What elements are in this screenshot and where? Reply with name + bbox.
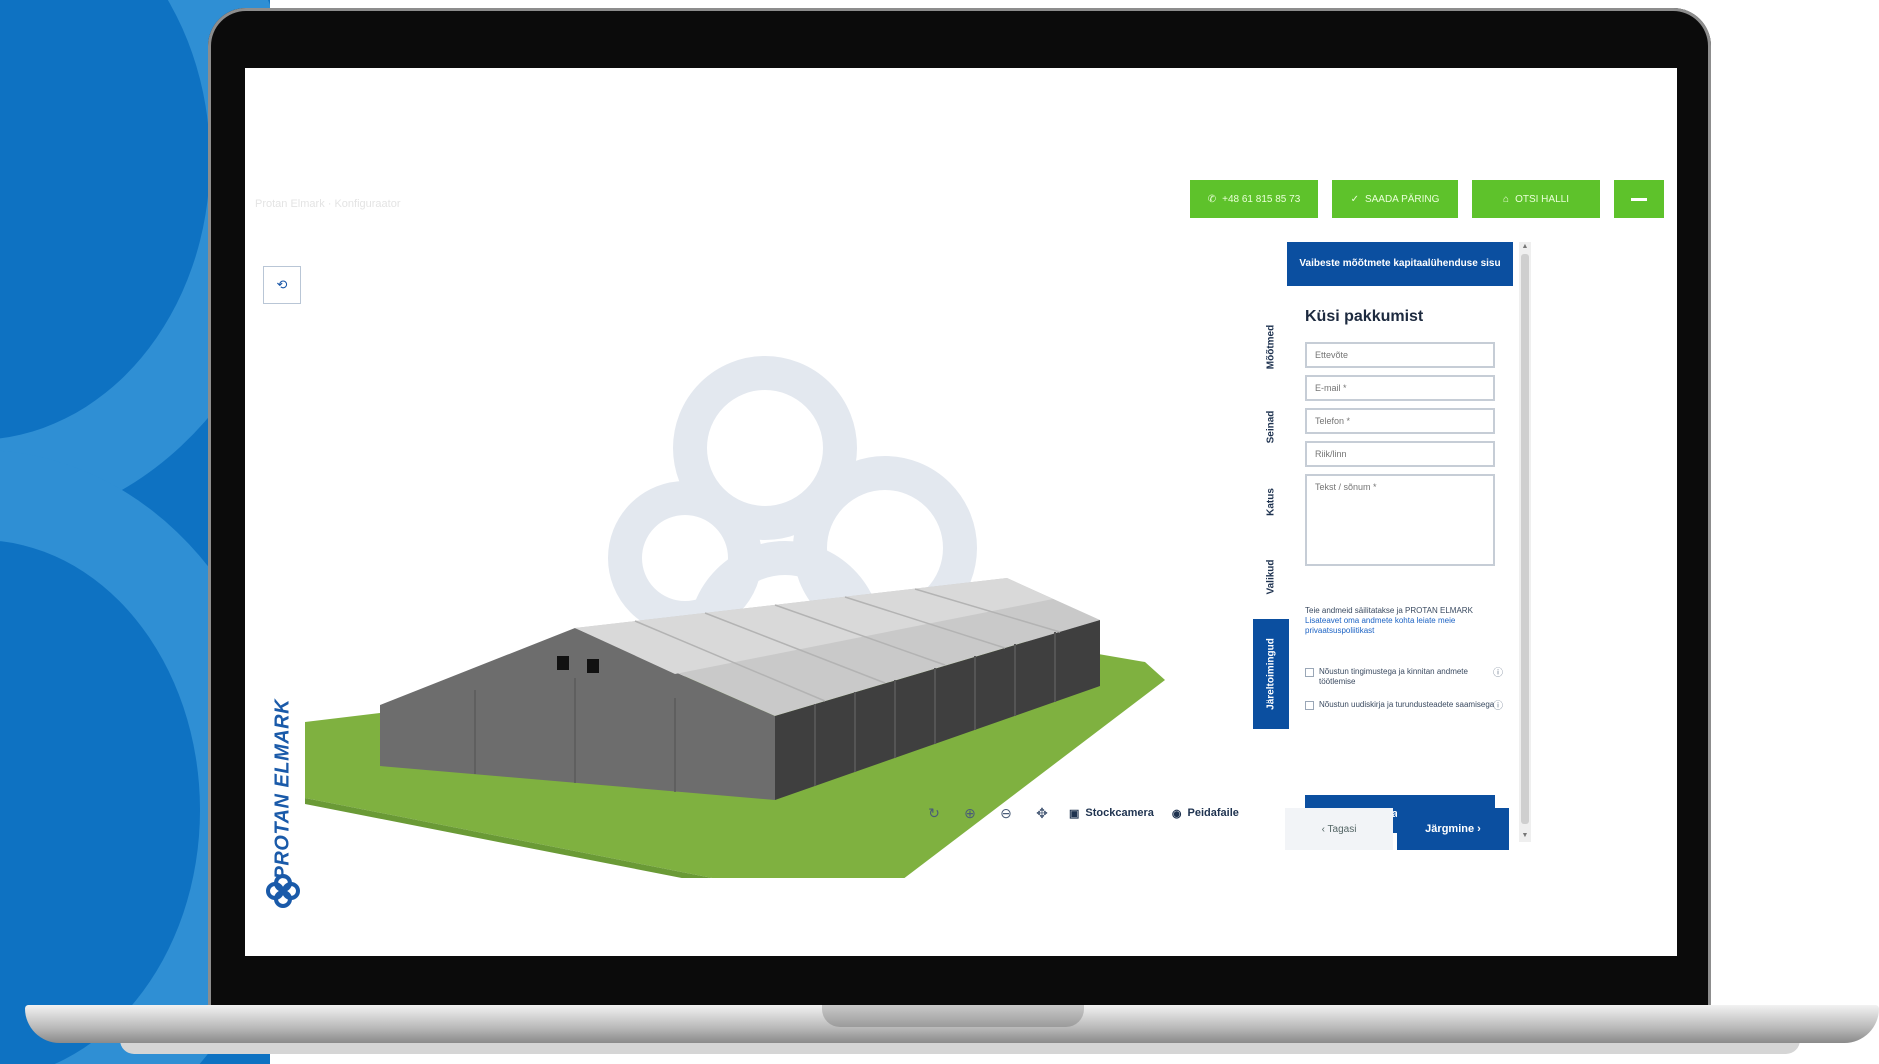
scroll-down-icon[interactable]: ▼ (1521, 832, 1529, 840)
newsletter-checkbox[interactable] (1305, 701, 1314, 710)
reset-view-button[interactable]: ⟲ (263, 266, 301, 304)
consent-row-newsletter: Nõustun uudiskirja ja turundusteadete sa… (1305, 700, 1503, 712)
eye-icon: ◉ (1171, 807, 1182, 820)
check-icon: ✓ (1350, 193, 1359, 205)
tab-dimensions[interactable]: Mõõtmed (1253, 307, 1289, 387)
protan-logo-icon (266, 874, 300, 908)
hamburger-menu-icon (1631, 197, 1647, 201)
tab-roof[interactable]: Katus (1253, 462, 1289, 542)
hall-3d-viewer[interactable] (305, 318, 1205, 878)
laptop-notch (822, 1005, 1084, 1027)
hall-vent-2 (587, 659, 599, 673)
newsletter-label: Nõustun uudiskirja ja turundusteadete sa… (1319, 700, 1495, 709)
panel-header: Vaibeste mõõtmete kapitaalühenduse sisu (1287, 242, 1513, 286)
tab-next-steps[interactable]: Järeltoimingud (1253, 619, 1289, 729)
info-icon[interactable]: ⓘ (1493, 702, 1503, 712)
step-tabs: Mõõtmed Seinad Katus Valikud Järeltoimin… (1253, 307, 1289, 729)
phone-icon: ✆ (1207, 193, 1217, 205)
zoom-in-icon[interactable]: ⊕ (961, 804, 979, 822)
hide-details-label: Peidafaile (1187, 807, 1239, 819)
hide-details-button[interactable]: ◉ Peidafaile (1172, 807, 1239, 820)
info-icon[interactable]: ⓘ (1493, 669, 1503, 679)
privacy-link[interactable]: Lisateavet oma andmete kohta leiate meie… (1305, 616, 1495, 636)
brand-name: PROTAN ELMARK (271, 698, 294, 880)
terms-checkbox[interactable] (1305, 668, 1314, 677)
find-hall-button[interactable]: ⌂ OTSI HALLI (1472, 180, 1600, 218)
laptop-screen: Protan Elmark · Konfiguraator ✆ +48 61 8… (245, 68, 1677, 956)
email-field[interactable] (1305, 375, 1495, 401)
screenshot-button[interactable]: ▣ Stockcamera (1069, 807, 1154, 820)
form-title: Küsi pakkumist (1305, 308, 1424, 325)
send-request-label: SAADA PÄRING (1364, 193, 1440, 205)
privacy-notice-text: Teie andmeid säilitatakse ja PROTAN ELMA… (1305, 606, 1473, 615)
scroll-up-icon[interactable]: ▲ (1521, 243, 1529, 251)
background-arc-top (0, 0, 210, 440)
brand: PROTAN ELMARK (263, 628, 303, 908)
privacy-notice: Teie andmeid säilitatakse ja PROTAN ELMA… (1305, 606, 1495, 636)
company-field[interactable] (1305, 342, 1495, 368)
reset-view-icon: ⟲ (276, 277, 288, 292)
menu-button[interactable] (1614, 180, 1664, 218)
screenshot-label: Stockcamera (1085, 807, 1154, 819)
find-hall-label: OTSI HALLI (1515, 193, 1569, 205)
hall-vent-1 (557, 656, 569, 670)
rotate-icon[interactable]: ↻ (925, 804, 943, 822)
consent-row-terms: Nõustun tingimustega ja kinnitan andmete… (1305, 667, 1503, 687)
header-actions: ✆ +48 61 815 85 73 ✓ SAADA PÄRING ⌂ OTSI… (1190, 180, 1664, 218)
viewer-toolbar: ↻ ⊕ ⊖ ✥ ▣ Stockcamera ◉ Peidafaile (925, 804, 1239, 822)
camera-icon: ▣ (1069, 807, 1080, 820)
send-request-button[interactable]: ✓ SAADA PÄRING (1332, 180, 1458, 218)
next-button[interactable]: Järgmine › (1397, 808, 1509, 850)
phone-button[interactable]: ✆ +48 61 815 85 73 (1190, 180, 1318, 218)
back-button[interactable]: ‹ Tagasi (1285, 808, 1393, 850)
panel-scroll-thumb[interactable] (1521, 254, 1529, 824)
hall-icon: ⌂ (1503, 193, 1510, 205)
location-field[interactable] (1305, 441, 1495, 467)
terms-label: Nõustun tingimustega ja kinnitan andmete… (1319, 667, 1468, 686)
phone-field[interactable] (1305, 408, 1495, 434)
tab-options[interactable]: Valikud (1253, 537, 1289, 617)
tab-walls[interactable]: Seinad (1253, 387, 1289, 467)
message-field[interactable] (1305, 474, 1495, 566)
quote-panel: Vaibeste mõõtmete kapitaalühenduse sisu … (1253, 242, 1535, 842)
zoom-out-icon[interactable]: ⊖ (997, 804, 1015, 822)
pan-icon[interactable]: ✥ (1033, 804, 1051, 822)
breadcrumb: Protan Elmark · Konfiguraator (255, 198, 401, 210)
phone-label: +48 61 815 85 73 (1222, 193, 1301, 205)
background-arc-bottom (0, 540, 200, 1064)
